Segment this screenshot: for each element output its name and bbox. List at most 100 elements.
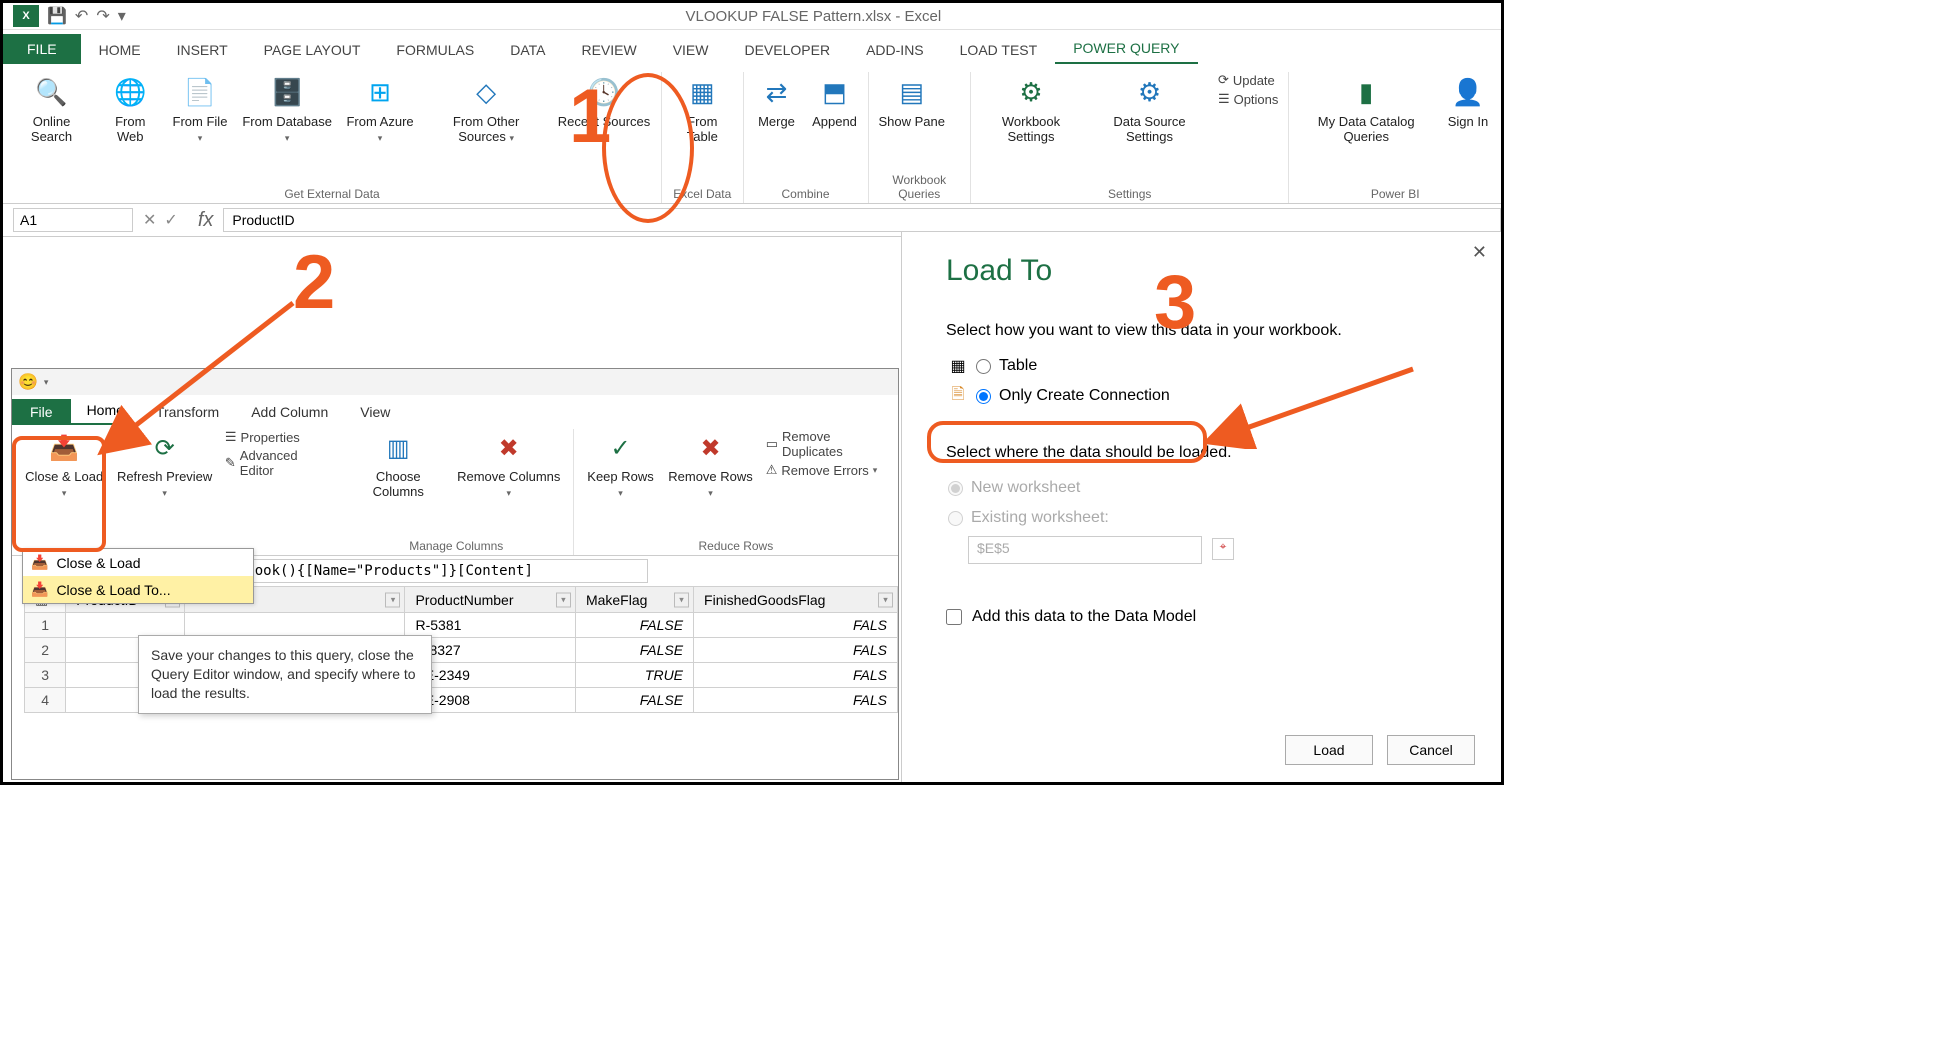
tab-insert[interactable]: INSERT bbox=[159, 36, 246, 64]
editor-icon: ✎ bbox=[225, 455, 236, 471]
accept-formula-icon[interactable]: ✓ bbox=[164, 210, 177, 230]
from-other-sources-button[interactable]: ◇From Other Sources ▾ bbox=[421, 72, 551, 146]
my-data-catalog-button[interactable]: ▮My Data Catalog Queries bbox=[1293, 72, 1439, 146]
name-box[interactable] bbox=[13, 208, 133, 232]
azure-icon: ⊞ bbox=[362, 74, 398, 110]
chevron-down-icon[interactable]: ▾ bbox=[674, 592, 689, 607]
redo-icon[interactable]: ↷ bbox=[96, 6, 109, 26]
diamond-icon: ◇ bbox=[468, 74, 504, 110]
excel-logo-icon: X bbox=[13, 5, 39, 27]
col-makeflag[interactable]: MakeFlag▾ bbox=[575, 587, 693, 613]
tab-page-layout[interactable]: PAGE LAYOUT bbox=[246, 36, 379, 64]
cancel-button[interactable]: Cancel bbox=[1387, 735, 1475, 765]
from-web-button[interactable]: 🌐From Web bbox=[96, 72, 165, 146]
chevron-down-icon[interactable]: ▾ bbox=[385, 592, 400, 607]
group-manage-columns: Manage Columns bbox=[346, 538, 567, 554]
title-bar: X 💾 ↶ ↷ ▾ VLOOKUP FALSE Pattern.xlsx - E… bbox=[3, 3, 1501, 30]
tab-review[interactable]: REVIEW bbox=[563, 36, 654, 64]
recent-icon: 🕓 bbox=[586, 74, 622, 110]
remove-rows-button[interactable]: ✖Remove Rows ▾ bbox=[661, 429, 759, 501]
load-button[interactable]: Load bbox=[1285, 735, 1373, 765]
close-load-dropdown: 📥Close & Load 📥Close & Load To... bbox=[22, 548, 254, 604]
options-button[interactable]: ☰ Options bbox=[1218, 91, 1278, 107]
cancel-formula-icon[interactable]: ✕ bbox=[143, 210, 156, 230]
close-load-icon: 📥 bbox=[47, 431, 81, 465]
load-to-pane: ✕ Load To Select how you want to view th… bbox=[901, 231, 1501, 785]
err-icon: ⚠ bbox=[766, 462, 778, 478]
group-combine: Combine bbox=[748, 186, 864, 202]
tab-view[interactable]: VIEW bbox=[655, 36, 727, 64]
qe-tab-transform[interactable]: Transform bbox=[140, 399, 235, 425]
tab-home[interactable]: HOME bbox=[81, 36, 159, 64]
chevron-down-icon[interactable]: ▾ bbox=[878, 592, 893, 607]
remove-duplicates-button[interactable]: ▭ Remove Duplicates bbox=[766, 429, 886, 459]
keep-rows-button[interactable]: ✓Keep Rows ▾ bbox=[580, 429, 662, 501]
col-productnumber[interactable]: ProductNumber▾ bbox=[405, 587, 575, 613]
opt-table[interactable]: ▦Table bbox=[946, 354, 1471, 378]
tab-addins[interactable]: ADD-INS bbox=[848, 36, 942, 64]
table-row[interactable]: 1R-5381FALSEFALS bbox=[25, 613, 898, 638]
append-button[interactable]: ⬒Append bbox=[806, 72, 864, 131]
annotation-2: 2 bbox=[293, 239, 335, 326]
refresh-icon: ⟳ bbox=[1218, 72, 1229, 88]
update-button[interactable]: ⟳ Update bbox=[1218, 72, 1278, 88]
user-icon: 👤 bbox=[1450, 74, 1486, 110]
add-to-data-model-checkbox[interactable]: Add this data to the Data Model bbox=[946, 608, 1471, 626]
refresh-icon: ⟳ bbox=[148, 431, 182, 465]
properties-button[interactable]: ☰ Properties bbox=[225, 429, 328, 445]
feedback-icon[interactable]: 😊 bbox=[18, 372, 38, 392]
close-load-icon: 📥 bbox=[31, 554, 48, 571]
choose-columns-button[interactable]: ▥Choose Columns bbox=[346, 429, 451, 501]
qe-tab-file[interactable]: File bbox=[12, 399, 71, 425]
undo-icon[interactable]: ↶ bbox=[75, 6, 88, 26]
options-icon: ☰ bbox=[1218, 91, 1230, 107]
qe-tab-view[interactable]: View bbox=[344, 399, 406, 425]
from-table-button[interactable]: ▦From Table bbox=[666, 72, 738, 146]
tab-developer[interactable]: DEVELOPER bbox=[726, 36, 848, 64]
group-excel-data: Excel Data bbox=[666, 186, 738, 202]
sign-in-button[interactable]: 👤Sign In bbox=[1439, 72, 1497, 131]
opt-only-connection[interactable]: 🗎Only Create Connection bbox=[946, 384, 1471, 408]
table-icon: ▦ bbox=[684, 74, 720, 110]
qe-tab-add-column[interactable]: Add Column bbox=[235, 399, 344, 425]
qe-tab-home[interactable]: Home bbox=[71, 397, 140, 425]
close-load-item[interactable]: 📥Close & Load bbox=[23, 549, 253, 576]
from-azure-button[interactable]: ⊞From Azure ▾ bbox=[339, 72, 421, 146]
save-icon[interactable]: 💾 bbox=[47, 6, 67, 26]
from-database-button[interactable]: 🗄️From Database ▾ bbox=[235, 72, 338, 146]
range-picker-icon: ⌖ bbox=[1212, 538, 1234, 560]
merge-button[interactable]: ⇄Merge bbox=[748, 72, 806, 131]
dup-icon: ▭ bbox=[766, 436, 778, 452]
col-finishedgoodsflag[interactable]: FinishedGoodsFlag▾ bbox=[694, 587, 898, 613]
file-icon: 📄 bbox=[182, 74, 218, 110]
close-load-to-item[interactable]: 📥Close & Load To... bbox=[23, 576, 253, 603]
show-pane-button[interactable]: ▤Show Pane bbox=[873, 72, 952, 131]
qat-more-icon[interactable]: ▾ bbox=[44, 377, 49, 388]
remove-errors-button[interactable]: ⚠ Remove Errors ▾ bbox=[766, 462, 886, 478]
tab-load-test[interactable]: LOAD TEST bbox=[942, 36, 1056, 64]
tab-data[interactable]: DATA bbox=[492, 36, 563, 64]
advanced-editor-button[interactable]: ✎ Advanced Editor bbox=[225, 448, 328, 478]
recent-sources-button[interactable]: 🕓Recent Sources ▾ bbox=[551, 72, 657, 146]
from-file-button[interactable]: 📄From File ▾ bbox=[165, 72, 236, 146]
chevron-down-icon[interactable]: ▾ bbox=[556, 592, 571, 607]
group-reduce-rows: Reduce Rows bbox=[580, 538, 892, 554]
properties-icon: ☰ bbox=[225, 429, 237, 445]
online-search-button[interactable]: 🔍Online Search bbox=[7, 72, 96, 146]
tab-formulas[interactable]: FORMULAS bbox=[378, 36, 492, 64]
fx-icon[interactable]: fx bbox=[188, 209, 224, 232]
remove-columns-button[interactable]: ✖Remove Columns ▾ bbox=[451, 429, 567, 501]
refresh-preview-button[interactable]: ⟳Refresh Preview ▾ bbox=[110, 429, 219, 501]
tab-file[interactable]: FILE bbox=[3, 34, 81, 64]
workbook-settings-button[interactable]: ⚙Workbook Settings bbox=[975, 72, 1087, 146]
pane-icon: ▤ bbox=[894, 74, 930, 110]
close-load-to-tooltip: Save your changes to this query, close t… bbox=[138, 635, 432, 714]
formula-input[interactable] bbox=[223, 208, 1501, 232]
qat-more-icon[interactable]: ▾ bbox=[118, 6, 126, 26]
catalog-icon: ▮ bbox=[1348, 74, 1384, 110]
tab-power-query[interactable]: POWER QUERY bbox=[1055, 34, 1197, 64]
close-icon[interactable]: ✕ bbox=[1472, 242, 1487, 263]
data-source-settings-button[interactable]: ⚙Data Source Settings bbox=[1087, 72, 1212, 146]
close-and-load-button[interactable]: 📥Close & Load ▾ bbox=[18, 429, 110, 501]
load-to-prompt-where: Select where the data should be loaded. bbox=[946, 444, 1471, 462]
